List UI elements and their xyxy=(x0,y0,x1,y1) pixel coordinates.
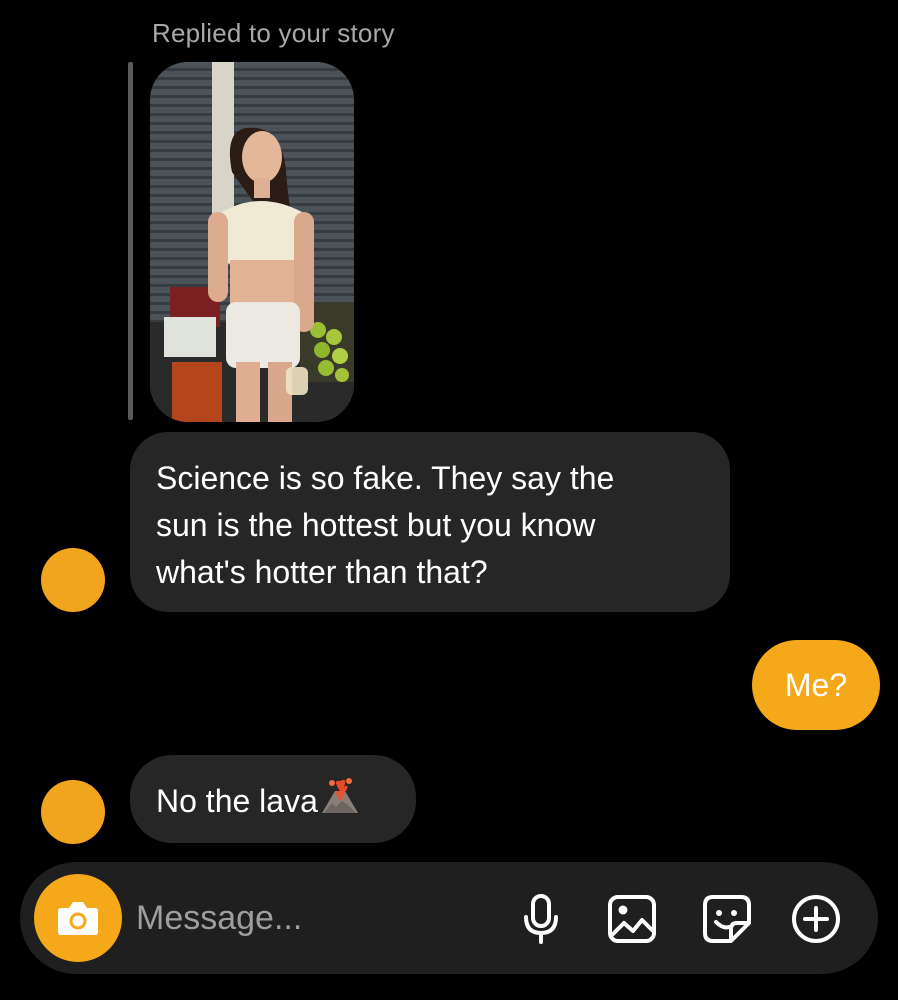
incoming-message-bubble[interactable]: No the lava xyxy=(130,755,416,843)
sticker-button[interactable] xyxy=(700,892,754,946)
chat-screen: Replied to your story Science is so fake… xyxy=(0,0,898,1000)
more-options-button[interactable] xyxy=(789,892,843,946)
message-composer xyxy=(20,862,878,974)
sender-avatar[interactable] xyxy=(41,780,105,844)
message-input[interactable] xyxy=(136,890,496,946)
message-text-line: Science is so fake. They say the xyxy=(156,460,615,496)
story-photo xyxy=(150,62,354,422)
message-text: No the lava xyxy=(156,783,318,819)
gallery-icon xyxy=(608,895,656,943)
camera-button[interactable] xyxy=(34,874,122,962)
message-text-line: what's hotter than that? xyxy=(156,554,488,590)
outgoing-message-bubble[interactable]: Me? xyxy=(752,640,880,730)
reply-indicator-bar xyxy=(128,62,133,420)
story-reply-label: Replied to your story xyxy=(152,18,395,48)
sender-avatar[interactable] xyxy=(41,548,105,612)
story-thumbnail[interactable] xyxy=(150,62,354,422)
microphone-button[interactable] xyxy=(514,892,568,946)
sticker-icon xyxy=(703,895,751,943)
microphone-icon xyxy=(524,894,558,944)
volcano-icon xyxy=(320,775,360,828)
message-text-line: sun is the hottest but you know xyxy=(156,507,596,543)
incoming-message-bubble[interactable]: Science is so fake. They say the sun is … xyxy=(130,432,730,612)
plus-circle-icon xyxy=(792,895,840,943)
camera-icon xyxy=(58,902,98,935)
gallery-button[interactable] xyxy=(605,892,659,946)
